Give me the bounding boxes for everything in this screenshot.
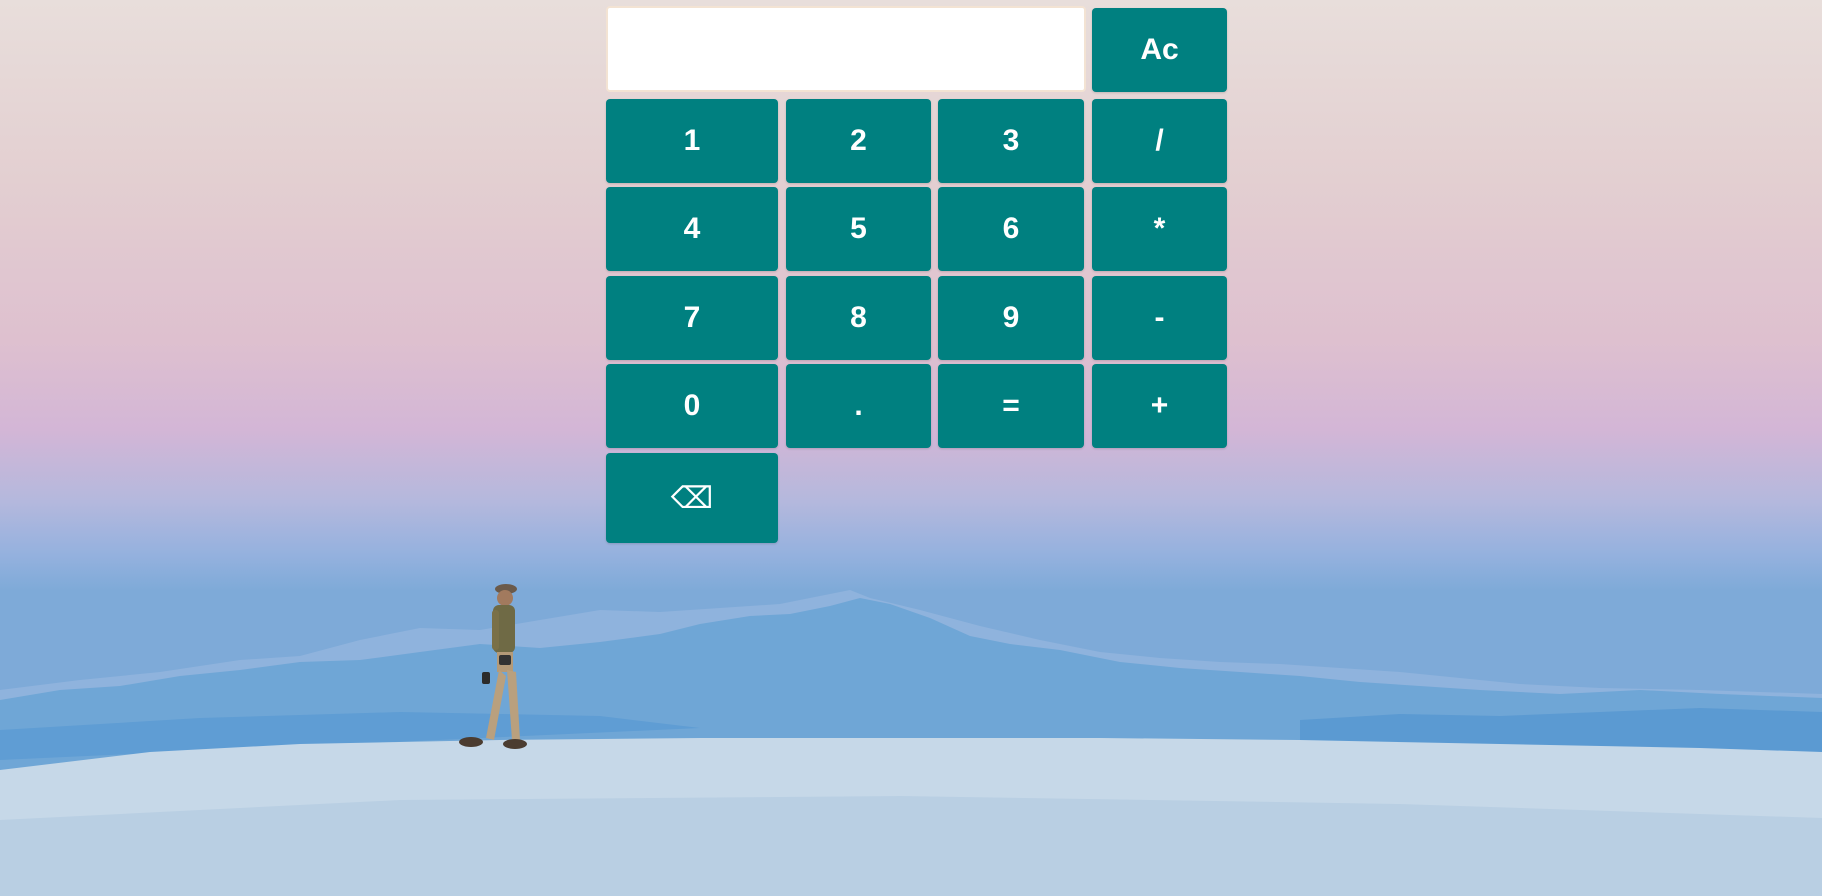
key-6-button[interactable]: 6 bbox=[938, 187, 1084, 271]
calculator-display[interactable] bbox=[606, 6, 1086, 92]
clear-button[interactable]: Ac bbox=[1092, 8, 1227, 92]
key-8-button[interactable]: 8 bbox=[786, 276, 931, 360]
key-3-button[interactable]: 3 bbox=[938, 99, 1084, 183]
equals-button[interactable]: = bbox=[938, 364, 1084, 448]
key-5-button[interactable]: 5 bbox=[786, 187, 931, 271]
key-7-button[interactable]: 7 bbox=[606, 276, 778, 360]
divide-button[interactable]: / bbox=[1092, 99, 1227, 183]
multiply-button[interactable]: * bbox=[1092, 187, 1227, 271]
subtract-button[interactable]: - bbox=[1092, 276, 1227, 360]
key-9-button[interactable]: 9 bbox=[938, 276, 1084, 360]
backspace-button[interactable]: ⌫ bbox=[606, 453, 778, 543]
key-4-button[interactable]: 4 bbox=[606, 187, 778, 271]
calculator: Ac 1 2 3 / 4 5 6 * 7 8 9 - 0 . = + ⌫ bbox=[0, 0, 1822, 896]
key-2-button[interactable]: 2 bbox=[786, 99, 931, 183]
backspace-icon: ⌫ bbox=[670, 480, 714, 516]
key-1-button[interactable]: 1 bbox=[606, 99, 778, 183]
key-0-button[interactable]: 0 bbox=[606, 364, 778, 448]
decimal-button[interactable]: . bbox=[786, 364, 931, 448]
add-button[interactable]: + bbox=[1092, 364, 1227, 448]
